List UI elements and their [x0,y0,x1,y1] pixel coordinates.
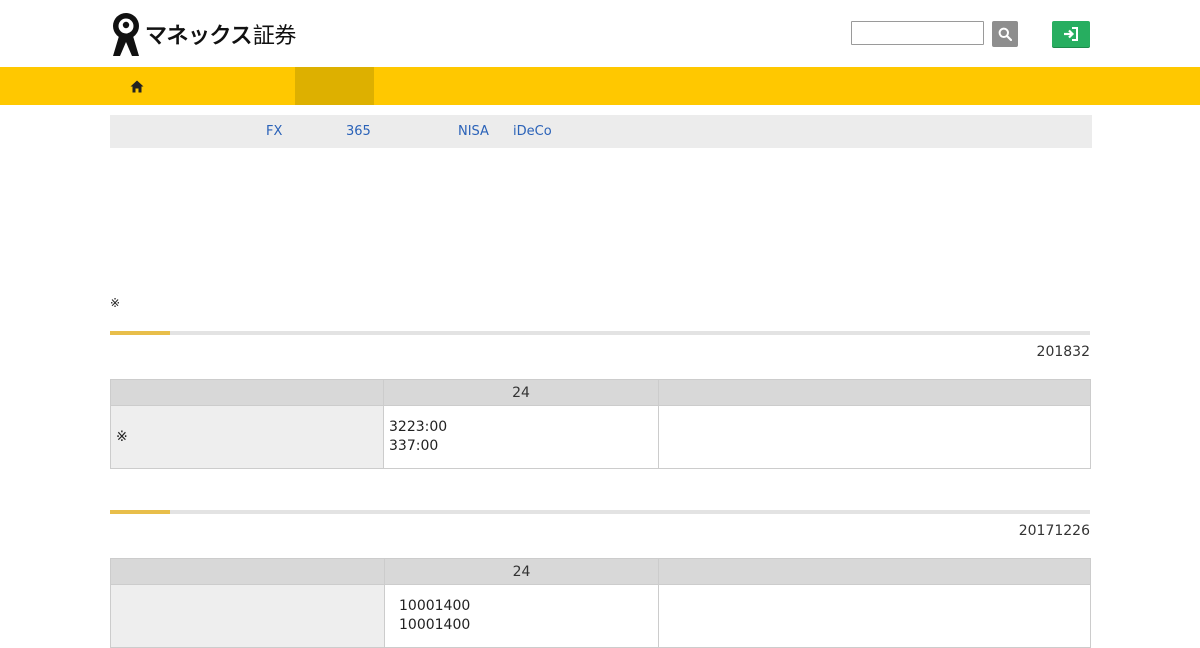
logo-text: マネックス証券 [145,24,296,49]
subnav-link-nisa[interactable]: NISA [458,124,489,139]
home-icon [130,80,144,92]
subnav-link-ideco[interactable]: iDeCo [513,124,552,139]
section-divider-accent [110,331,170,335]
row-label [110,584,385,648]
note-mark: ※ [110,296,121,310]
subnav-link-365[interactable]: 365 [346,124,371,139]
time-line: 3223:00 [389,419,448,435]
logo-mark-icon [113,13,139,56]
table-header-cell [110,558,385,585]
site-header: マネックス証券 [0,0,1200,67]
search-input[interactable] [851,21,984,45]
section-date: 201832 [1036,344,1090,360]
table-header-row: 24 [110,379,1091,406]
row-extra [658,405,1091,469]
table-row: 10001400 10001400 [110,584,1091,648]
table-row: ※ 3223:00 337:00 [110,405,1091,469]
section-date: 20171226 [1018,523,1090,539]
table-header-row: 24 [110,558,1091,585]
section-divider [110,510,1090,514]
table-header-cell [110,379,384,406]
nav-home[interactable] [120,67,154,105]
time-line: 10001400 [399,598,471,614]
section-divider-accent [110,510,170,514]
table-header-cell: 24 [384,558,659,585]
row-extra [658,584,1091,648]
time-line: 10001400 [399,617,471,633]
row-times: 10001400 10001400 [384,584,659,648]
section-divider [110,331,1090,335]
login-button[interactable] [1052,21,1090,47]
search-button[interactable] [992,21,1018,47]
search-icon [998,27,1012,41]
row-label: ※ [110,405,384,469]
table-header-cell: 24 [383,379,659,406]
schedule-table: 24 ※ 3223:00 337:00 [110,379,1091,469]
nav-item-active[interactable] [295,67,374,105]
login-icon [1064,27,1078,41]
table-header-cell [658,558,1091,585]
main-nav [0,67,1200,105]
table-header-cell [658,379,1091,406]
schedule-table: 24 10001400 10001400 [110,558,1091,648]
sub-nav: FX 365 NISA iDeCo [110,115,1092,148]
time-line: 337:00 [389,438,439,454]
logo[interactable]: マネックス証券 [110,11,296,57]
row-times: 3223:00 337:00 [383,405,659,469]
subnav-link-fx[interactable]: FX [266,124,282,139]
